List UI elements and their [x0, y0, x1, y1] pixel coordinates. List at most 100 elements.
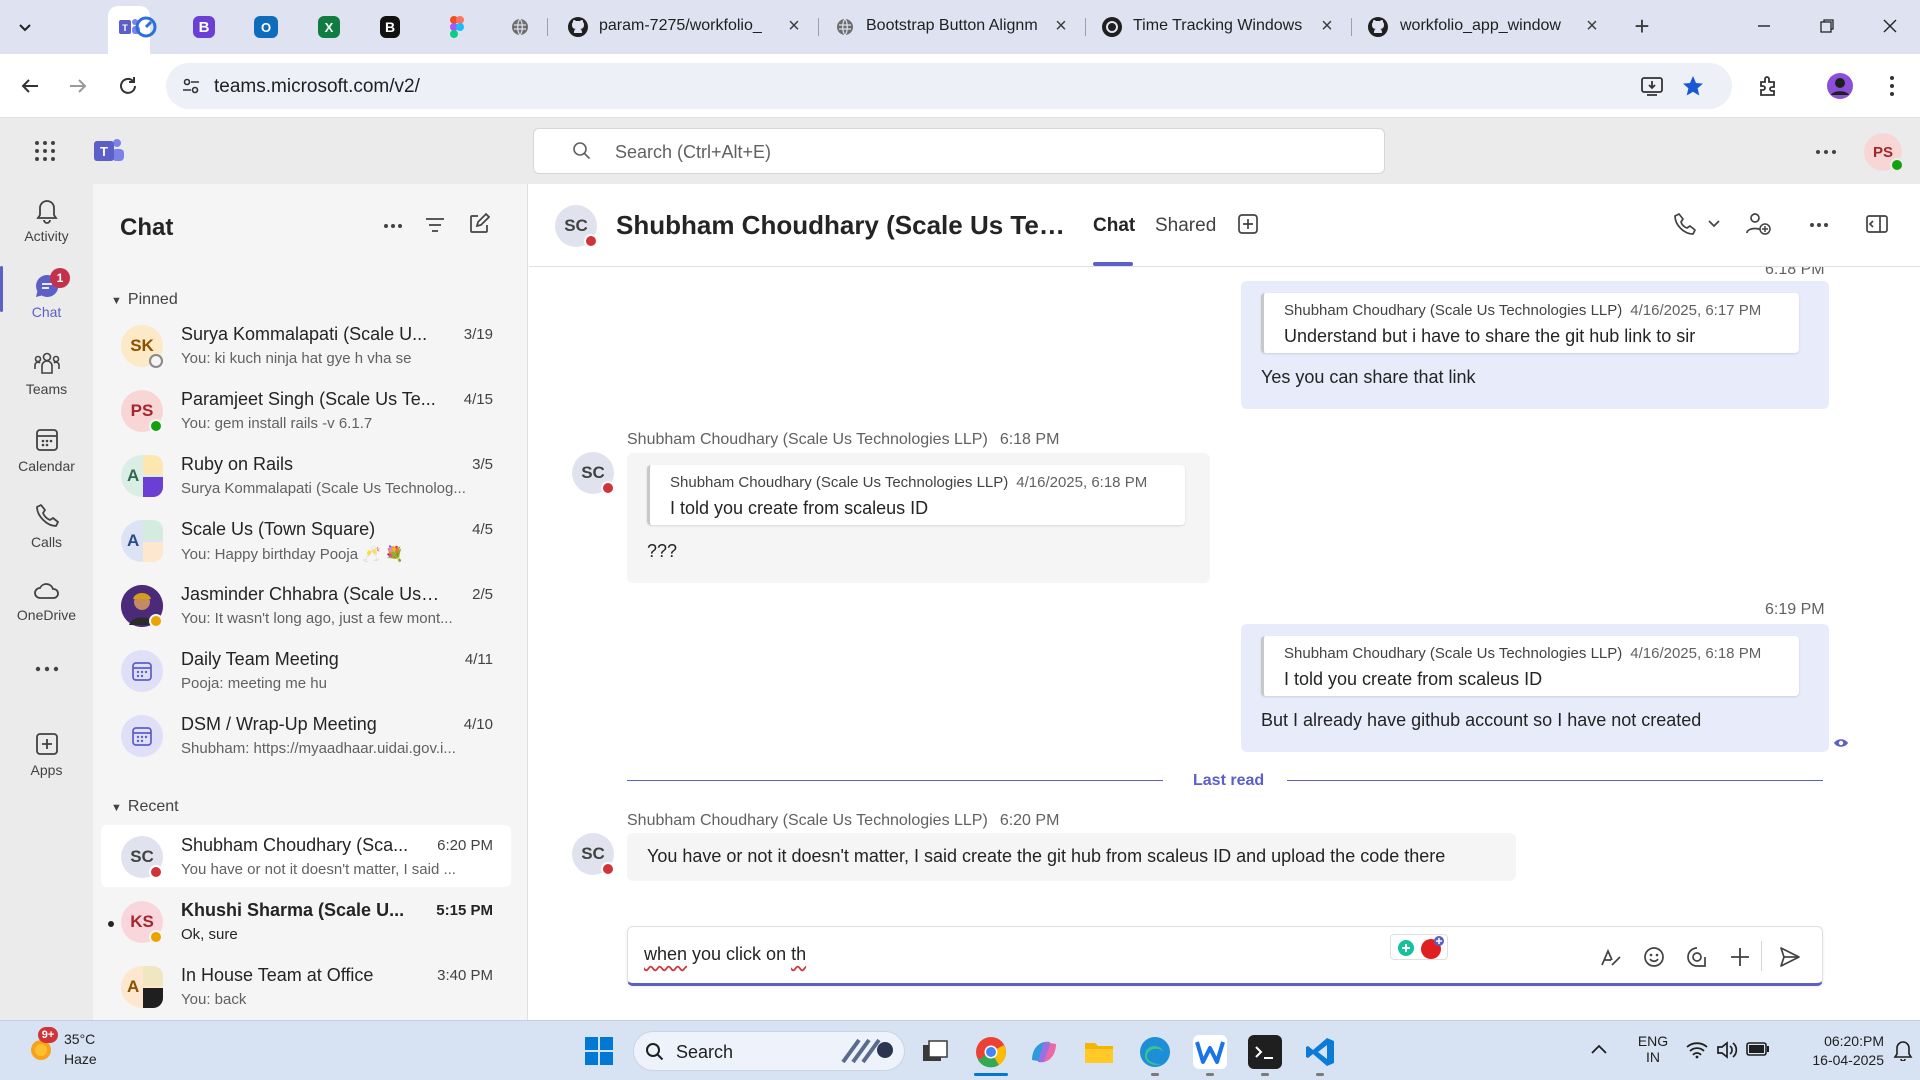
filter-icon[interactable]	[424, 215, 446, 235]
tab-outlook-icon[interactable]: O	[254, 16, 278, 38]
wifi-icon[interactable]	[1686, 1041, 1708, 1059]
word-w-app-icon[interactable]	[1193, 1035, 1227, 1069]
task-view-icon[interactable]	[918, 1035, 952, 1069]
copilot-icon[interactable]	[1027, 1035, 1061, 1069]
quoted-reply[interactable]: Shubham Choudhary (Scale Us Technologies…	[647, 465, 1185, 525]
compose-input-text[interactable]: when you click on th	[644, 944, 806, 965]
teams-search-box[interactable]: Search (Ctrl+Alt+E)	[533, 128, 1385, 174]
chat-item-ruby-on-rails[interactable]: A Ruby on Rails Surya Kommalapati (Scale…	[101, 444, 511, 506]
open-side-panel-icon[interactable]	[1865, 214, 1889, 234]
close-tab-icon[interactable]: ×	[1315, 14, 1339, 38]
url-text[interactable]: teams.microsoft.com/v2/	[214, 76, 420, 98]
close-tab-icon[interactable]: ×	[1580, 14, 1604, 38]
chat-item-paramjeet[interactable]: PS Paramjeet Singh (Scale Us Te... You: …	[101, 379, 511, 441]
back-arrow-icon[interactable]	[16, 72, 44, 100]
tab-shared[interactable]: Shared	[1155, 215, 1216, 237]
chat-item-in-house-team[interactable]: A In House Team at Office You: back 3:40…	[101, 955, 511, 1017]
site-info-icon[interactable]	[181, 76, 201, 96]
tab-title[interactable]: Time Tracking Windows	[1133, 17, 1303, 35]
chat-item-daily-team-meeting[interactable]: Daily Team Meeting Pooja: meeting me hu …	[101, 639, 511, 701]
tray-overflow-chevron-up-icon[interactable]	[1590, 1043, 1608, 1055]
chat-more-options-icon[interactable]	[383, 223, 403, 229]
close-tab-icon[interactable]: ×	[782, 14, 806, 38]
tab-title[interactable]: workfolio_app_window	[1400, 17, 1570, 35]
conversation-title[interactable]: Shubham Choudhary (Scale Us Techn...	[616, 210, 1076, 241]
rail-item-calls[interactable]: Calls	[0, 502, 93, 550]
call-phone-icon[interactable]	[1673, 212, 1697, 236]
clock[interactable]: 06:20:PM 16-04-2025	[1780, 1032, 1884, 1070]
profile-avatar-icon[interactable]	[1826, 72, 1854, 100]
tab-excel-icon[interactable]: X	[318, 16, 340, 38]
chat-item-surya[interactable]: SK Surya Kommalapati (Scale U... You: ki…	[101, 314, 511, 376]
file-explorer-icon[interactable]	[1082, 1035, 1116, 1069]
minimize-window-icon[interactable]	[1752, 14, 1776, 38]
chat-item-dsm-wrap-up[interactable]: DSM / Wrap-Up Meeting Shubham: https://m…	[101, 704, 511, 766]
notification-bell-icon[interactable]	[1893, 1039, 1913, 1061]
tab-bootstrap-icon[interactable]: B	[193, 16, 215, 38]
install-app-icon[interactable]	[1640, 75, 1664, 97]
rail-item-apps[interactable]: Apps	[0, 730, 93, 778]
browser-menu-icon[interactable]	[1878, 72, 1906, 100]
settings-more-icon[interactable]	[1815, 149, 1837, 155]
send-icon[interactable]	[1778, 945, 1802, 969]
new-chat-icon[interactable]	[468, 213, 490, 235]
language-indicator[interactable]: ENG IN	[1636, 1033, 1670, 1065]
app-launcher-icon[interactable]	[34, 140, 56, 162]
conversation-more-icon[interactable]	[1809, 222, 1829, 228]
weather-temp[interactable]: 35°C	[64, 1031, 95, 1047]
edge-icon[interactable]	[1138, 1035, 1172, 1069]
add-people-icon[interactable]	[1745, 211, 1771, 237]
tab-b-black-icon[interactable]: B	[380, 16, 400, 38]
close-window-icon[interactable]	[1878, 14, 1902, 38]
grammarly-widget[interactable]	[1390, 934, 1448, 960]
format-text-icon[interactable]	[1598, 945, 1622, 969]
chat-item-jasminder[interactable]: Jasminder Chhabra (Scale Us ... You: It …	[101, 574, 511, 636]
recent-section-header[interactable]: ▼ Recent	[111, 798, 179, 816]
rail-more-apps[interactable]	[0, 666, 93, 672]
chat-item-shubham[interactable]: SC Shubham Choudhary (Sca... You have or…	[101, 825, 511, 887]
close-tab-icon[interactable]: ×	[1049, 14, 1073, 38]
reload-icon[interactable]	[114, 72, 142, 100]
taskbar-search[interactable]: Search	[633, 1031, 905, 1071]
chat-item-khushi[interactable]: KS Khushi Sharma (Scale U... Ok, sure 5:…	[101, 890, 511, 952]
vscode-icon[interactable]	[1303, 1035, 1337, 1069]
rail-item-onedrive[interactable]: OneDrive	[0, 579, 93, 623]
message-bubble-mine[interactable]: Shubham Choudhary (Scale Us Technologies…	[1241, 281, 1829, 409]
pinned-section-header[interactable]: ▼ Pinned	[111, 291, 178, 309]
tab-globe-icon[interactable]	[505, 12, 535, 42]
tab-search-dropdown-icon[interactable]	[10, 12, 40, 42]
rail-item-activity[interactable]: Activity	[0, 196, 93, 244]
rail-item-teams[interactable]: Teams	[0, 349, 93, 397]
add-tab-icon[interactable]	[1237, 213, 1259, 235]
restore-window-icon[interactable]	[1815, 14, 1839, 38]
new-tab-plus-icon[interactable]: +	[1630, 11, 1654, 41]
message-compose-box[interactable]: when you click on th	[627, 926, 1823, 986]
call-options-chevron-down-icon[interactable]	[1707, 219, 1721, 229]
tab-chat[interactable]: Chat	[1093, 215, 1135, 237]
terminal-icon[interactable]	[1248, 1035, 1282, 1069]
quoted-reply[interactable]: Shubham Choudhary (Scale Us Technologies…	[1261, 293, 1799, 353]
windows-start-icon[interactable]	[584, 1036, 614, 1066]
weather-desc[interactable]: Haze	[64, 1051, 97, 1067]
battery-icon[interactable]	[1746, 1042, 1770, 1056]
tab-title[interactable]: Bootstrap Button Alignm	[866, 17, 1066, 35]
add-attachment-plus-icon[interactable]	[1728, 945, 1752, 969]
message-bubble-theirs[interactable]: Shubham Choudhary (Scale Us Technologies…	[627, 453, 1210, 583]
loop-component-icon[interactable]	[1685, 945, 1709, 969]
url-field[interactable]: teams.microsoft.com/v2/	[166, 63, 1732, 109]
volume-icon[interactable]	[1716, 1040, 1738, 1060]
tab-clockify-icon[interactable]	[131, 12, 161, 42]
extensions-puzzle-icon[interactable]	[1754, 72, 1782, 100]
emoji-icon[interactable]	[1642, 945, 1666, 969]
chat-item-scale-us-town-square[interactable]: A Scale Us (Town Square) You: Happy birt…	[101, 509, 511, 571]
forward-arrow-icon[interactable]	[64, 72, 92, 100]
bookmark-star-icon[interactable]	[1681, 74, 1705, 98]
quoted-reply[interactable]: Shubham Choudhary (Scale Us Technologies…	[1261, 636, 1799, 696]
rail-item-chat[interactable]: Chat	[0, 272, 93, 320]
message-bubble-theirs[interactable]: You have or not it doesn't matter, I sai…	[627, 833, 1516, 881]
message-bubble-mine[interactable]: Shubham Choudhary (Scale Us Technologies…	[1241, 624, 1829, 752]
tab-title[interactable]: param-7275/workfolio_	[599, 17, 799, 35]
rail-item-calendar[interactable]: Calendar	[0, 426, 93, 474]
tab-figma-icon[interactable]	[442, 12, 472, 42]
chrome-icon[interactable]	[974, 1035, 1008, 1069]
